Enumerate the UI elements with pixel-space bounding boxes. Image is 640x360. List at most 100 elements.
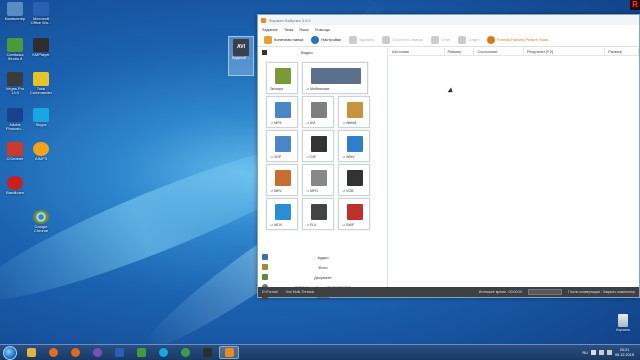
- desktop-icon-vegas[interactable]: Vegas Pro 13.0: [2, 72, 28, 96]
- status-bar: D:\Format Use Multi-Threads Истекшее вре…: [258, 287, 639, 297]
- camtasia-icon: [136, 348, 146, 357]
- column-status[interactable]: Состояние: [474, 48, 524, 55]
- skype-icon: [33, 108, 49, 122]
- desktop-icon-kmplayer[interactable]: KMPlayer: [28, 38, 54, 57]
- category-document[interactable]: Документ: [258, 272, 388, 282]
- word-icon: [114, 348, 124, 357]
- taskbar-skype[interactable]: [153, 346, 173, 359]
- computer-icon: [7, 2, 23, 16]
- output-folder-button[interactable]: Конечная папка: [262, 34, 305, 45]
- tile-mp4[interactable]: -> MP4: [266, 96, 298, 128]
- tile-wmv[interactable]: -> WMV: [338, 130, 370, 162]
- vob-icon: [347, 170, 363, 186]
- start-button[interactable]: Старт: [456, 34, 481, 45]
- taskbar-viber[interactable]: [87, 346, 107, 359]
- start-icon: [458, 35, 467, 44]
- tile-gif[interactable]: -> GIF: [302, 130, 334, 162]
- clear-list-button[interactable]: Очистить список: [380, 34, 425, 45]
- firefox-icon: [70, 348, 80, 357]
- menu-language[interactable]: Язык: [299, 27, 308, 32]
- taskbar-firefox[interactable]: [65, 346, 85, 359]
- clear-icon: [382, 35, 391, 44]
- file-label: Водяной ...: [232, 56, 250, 60]
- taskbar-explorer[interactable]: [21, 346, 41, 359]
- audio-icon: [262, 254, 268, 260]
- start-menu-button[interactable]: [3, 345, 17, 360]
- desktop-icon-skype[interactable]: Skype: [28, 108, 54, 127]
- volume-icon[interactable]: [606, 350, 612, 355]
- language-indicator[interactable]: RU: [583, 351, 588, 355]
- remove-button[interactable]: Удалить: [347, 34, 376, 45]
- tile-flv[interactable]: -> FLV: [302, 198, 334, 230]
- export-icon: [275, 68, 291, 84]
- ccleaner-icon: [7, 142, 23, 156]
- tile-vob[interactable]: -> VOB: [338, 164, 370, 196]
- clock-date: 06.12.2015: [614, 352, 634, 357]
- desktop-icon-total-commander[interactable]: Total Commander: [28, 72, 54, 96]
- taskbar-camtasia[interactable]: [131, 346, 151, 359]
- column-result[interactable]: Результат [F2]: [524, 48, 606, 55]
- clock[interactable]: 20:21 06.12.2015: [615, 348, 634, 356]
- menu-help[interactable]: Помощь: [315, 27, 330, 32]
- category-photo[interactable]: Фото: [258, 262, 388, 272]
- tile-swf[interactable]: -> SWF: [338, 198, 370, 230]
- desktop-icon-photoshop[interactable]: Adobe Photosh...: [2, 108, 28, 132]
- desktop-icon-word[interactable]: Microsoft Office Wo...: [28, 2, 54, 26]
- taskbar-format-factory[interactable]: [219, 346, 239, 359]
- column-source[interactable]: Источник: [389, 48, 445, 55]
- category-audio[interactable]: Аудио: [258, 252, 388, 262]
- stop-button[interactable]: Стоп: [429, 34, 452, 45]
- picture-tools-button[interactable]: Format Factory Picture Tools: [485, 34, 550, 45]
- after-conversion[interactable]: После конвертации : Закрыть компьютер: [564, 290, 639, 294]
- tile-export[interactable]: Экспорт: [266, 62, 298, 94]
- menu-task[interactable]: Задание: [262, 27, 278, 32]
- settings-button[interactable]: Настройки: [309, 34, 343, 45]
- time-box: [528, 289, 563, 295]
- picture-tools-icon: [487, 35, 496, 44]
- wmv-icon: [347, 136, 363, 152]
- column-size[interactable]: Размер: [445, 48, 475, 55]
- desktop-icon-computer[interactable]: Компьютер: [2, 2, 28, 21]
- tile-mkv[interactable]: -> MKV: [266, 164, 298, 196]
- 3gp-icon: [275, 136, 291, 152]
- taskbar-media-player[interactable]: [43, 346, 63, 359]
- desktop-icon-aimp[interactable]: AIMP3: [28, 142, 54, 161]
- word-icon: [33, 2, 49, 16]
- photoshop-icon: [7, 108, 23, 122]
- mp4-icon: [275, 102, 291, 118]
- mpg-icon: [311, 170, 327, 186]
- desktop-icon-chrome[interactable]: Google Chrome: [28, 210, 54, 234]
- tile-avi[interactable]: -> AVI: [302, 96, 334, 128]
- tile-mobile[interactable]: -> Мобильные: [302, 62, 368, 94]
- tile-mpg[interactable]: -> MPG: [302, 164, 334, 196]
- vegas-icon: [7, 72, 23, 86]
- multithread-option[interactable]: Use Multi-Threads: [282, 290, 319, 294]
- desktop-icon-ccleaner[interactable]: CCleaner: [2, 142, 28, 161]
- taskbar-word[interactable]: [109, 346, 129, 359]
- tile-3gp[interactable]: -> 3GP: [266, 130, 298, 162]
- flag-icon[interactable]: [590, 350, 596, 355]
- tile-webm[interactable]: -> WebM: [338, 96, 370, 128]
- tile-mov[interactable]: -> MOV: [266, 198, 298, 230]
- desktop-icon-bandicam[interactable]: Bandicam: [2, 176, 28, 195]
- media-player-icon: [48, 348, 58, 357]
- menu-theme[interactable]: Тема: [284, 27, 293, 32]
- desktop-icon-camtasia[interactable]: Camtasia Studio 8: [2, 38, 28, 62]
- desktop-avi-file[interactable]: AVI Водяной ...: [228, 36, 254, 76]
- format-factory-icon: [224, 348, 234, 357]
- task-list-header: Источник Размер Состояние Результат [F2]…: [389, 48, 639, 56]
- title-bar[interactable]: Формат-Фабрика 3.9.5: [258, 15, 639, 25]
- total-commander-icon: [33, 72, 49, 86]
- viber-icon: [92, 348, 102, 357]
- skype-icon: [158, 348, 168, 357]
- taskbar-chrome[interactable]: [175, 346, 195, 359]
- recycle-bin[interactable]: Корзина: [612, 314, 634, 332]
- video-section-header[interactable]: Видео: [258, 48, 387, 57]
- video-file-icon: AVI: [233, 39, 249, 56]
- output-folder-path[interactable]: D:\Format: [258, 290, 282, 294]
- network-icon[interactable]: [598, 350, 604, 355]
- document-icon: [262, 274, 268, 280]
- taskbar-kmplayer[interactable]: [197, 346, 217, 359]
- app-icon: [261, 17, 266, 23]
- column-output-size[interactable]: Размер: [605, 48, 639, 55]
